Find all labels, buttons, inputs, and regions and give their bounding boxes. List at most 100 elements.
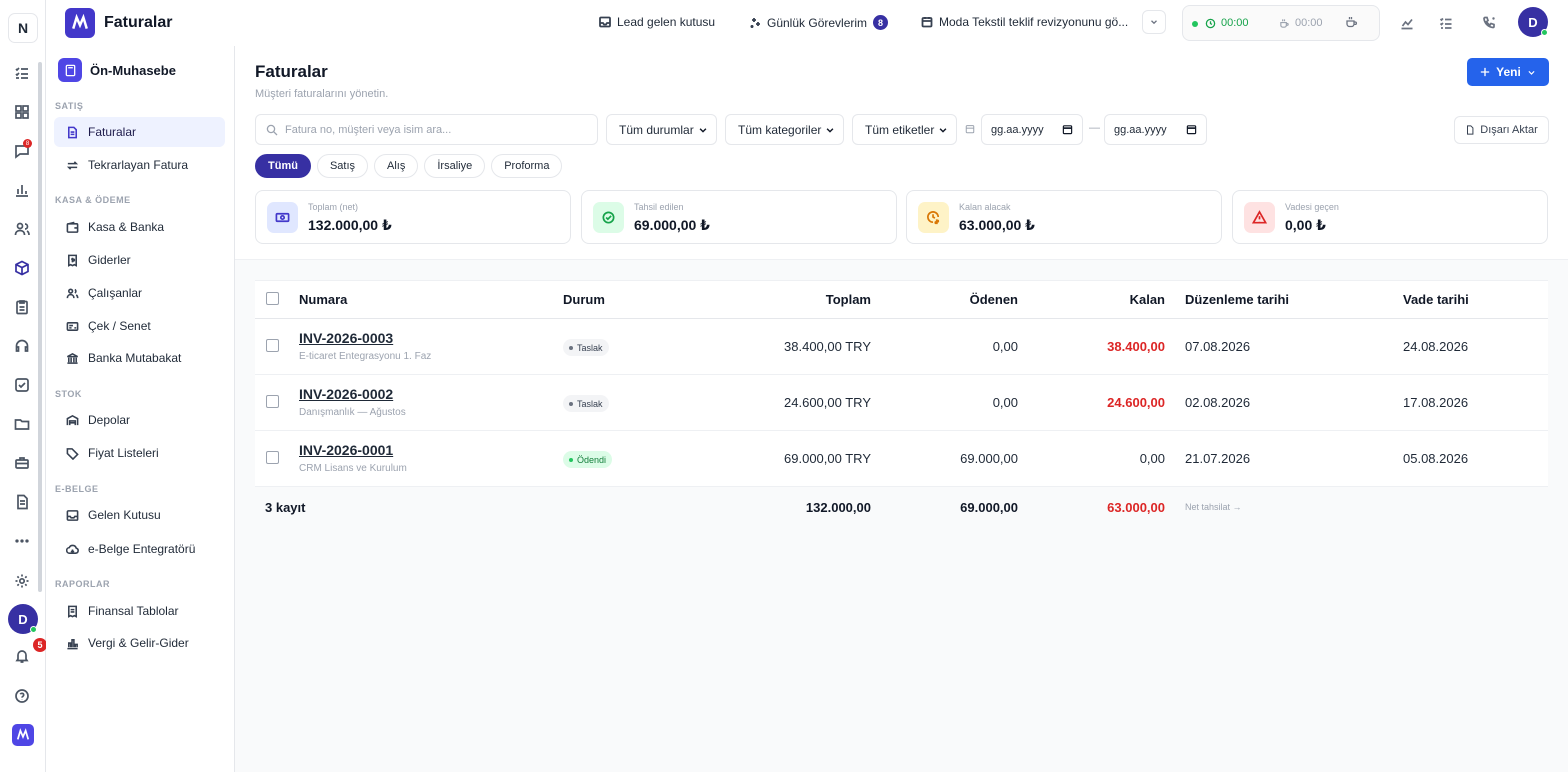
tab-sales[interactable]: Satış [316, 154, 369, 178]
chevron-down-icon [1151, 20, 1157, 25]
analytics-icon[interactable] [1398, 14, 1416, 32]
work-timer[interactable]: 00:00 [1205, 17, 1249, 29]
footer-remaining: 63.000,00 [1107, 500, 1165, 515]
headset-icon[interactable] [11, 335, 33, 357]
bell-icon[interactable] [11, 645, 33, 667]
summary-card-collected: Tahsil edilen 69.000,00 ₺ [581, 190, 897, 244]
tags-filter[interactable]: Tüm etiketler [852, 114, 957, 145]
select-all-checkbox[interactable] [266, 292, 279, 305]
folder-icon[interactable] [11, 413, 33, 435]
sidebar-item-cash-bank[interactable]: Kasa & Banka [54, 212, 225, 242]
tags-filter-value: Tüm etiketler [865, 122, 935, 137]
tab-all[interactable]: Tümü [255, 154, 311, 178]
sidebar-item-inbox[interactable]: Gelen Kutusu [54, 500, 225, 530]
status-text: Taslak [577, 342, 603, 353]
work-timer-value: 00:00 [1221, 17, 1249, 29]
invoice-number-link[interactable]: INV-2026-0001 [299, 442, 393, 458]
help-icon[interactable] [11, 685, 33, 707]
calendar-icon [921, 17, 933, 28]
tab-proforma[interactable]: Proforma [491, 154, 563, 178]
new-invoice-button[interactable]: Yeni [1467, 58, 1549, 86]
lead-inbox-link[interactable]: Lead gelen kutusu [599, 15, 715, 29]
table-row[interactable]: INV-2026-0003 E-ticaret Entegrasyonu 1. … [255, 319, 1548, 375]
checkbox-icon[interactable] [11, 374, 33, 396]
more-icon[interactable] [11, 530, 33, 552]
search-input[interactable] [285, 123, 585, 136]
record-count: 3 kayıt [265, 500, 306, 515]
sidebar-item-tax[interactable]: Vergi & Gelir-Gider [54, 628, 225, 658]
workspace-logo[interactable]: N [8, 13, 38, 43]
box-icon[interactable] [11, 257, 33, 279]
col-due-date[interactable]: Vade tarihi [1403, 292, 1469, 307]
status-filter-value: Tüm durumlar [619, 122, 694, 137]
sidebar-item-financial[interactable]: Finansal Tablolar [54, 596, 225, 626]
row-checkbox[interactable] [266, 339, 279, 352]
col-number[interactable]: Numara [299, 292, 347, 307]
table-row[interactable]: INV-2026-0001 CRM Lisans ve Kurulum Öden… [255, 431, 1548, 487]
date-to-field[interactable]: gg.aa.yyyy [1104, 114, 1207, 145]
sidebar-item-warehouses[interactable]: Depolar [54, 405, 225, 435]
coffee-icon [1280, 18, 1289, 28]
col-total[interactable]: Toplam [725, 292, 871, 307]
repeat-icon [66, 160, 79, 170]
document-icon[interactable] [11, 491, 33, 513]
invoice-number-link[interactable]: INV-2026-0002 [299, 386, 393, 402]
page-header: Faturalar Müşteri faturalarını yönetin. … [235, 46, 1568, 260]
col-remaining[interactable]: Kalan [1025, 292, 1165, 307]
invoice-number-link[interactable]: INV-2026-0003 [299, 330, 393, 346]
summary-value: 69.000,00 ₺ [634, 217, 710, 233]
sidebar-item-label: Depolar [88, 413, 131, 427]
section-reports: RAPORLAR [55, 579, 110, 589]
clipboard-icon[interactable] [11, 296, 33, 318]
briefcase-icon[interactable] [11, 452, 33, 474]
users-icon[interactable] [11, 218, 33, 240]
settings-icon[interactable] [11, 570, 33, 592]
search-box[interactable] [255, 114, 598, 145]
event-dropdown-button[interactable] [1142, 10, 1166, 34]
col-status[interactable]: Durum [563, 292, 605, 307]
status-text: Taslak [577, 398, 603, 409]
sidebar-item-bank-recon[interactable]: Banka Mutabakat [54, 343, 225, 373]
summary-card-remaining: Kalan alacak 63.000,00 ₺ [906, 190, 1222, 244]
checklist-icon[interactable] [1437, 14, 1455, 32]
invoice-icon [67, 126, 78, 138]
export-button[interactable]: Dışarı Aktar [1454, 116, 1549, 144]
status-filter[interactable]: Tüm durumlar [606, 114, 717, 145]
section-cash: KASA & ÖDEME [55, 195, 131, 205]
sidebar-item-integrator[interactable]: e-Belge Entegratörü [54, 534, 225, 564]
dashboard-icon[interactable] [11, 101, 33, 123]
report-icon [67, 605, 78, 618]
sidebar-item-recurring[interactable]: Tekrarlayan Fatura [54, 150, 225, 180]
rail-scrollbar[interactable] [38, 62, 42, 592]
date-from-field[interactable]: gg.aa.yyyy [981, 114, 1083, 145]
date-to-value: gg.aa.yyyy [1114, 123, 1167, 136]
chart-icon[interactable] [11, 179, 33, 201]
tab-waybill[interactable]: İrsaliye [424, 154, 486, 178]
row-checkbox[interactable] [266, 395, 279, 408]
time-tracker[interactable]: 00:00 00:00 [1182, 5, 1380, 41]
row-checkbox[interactable] [266, 451, 279, 464]
module-header[interactable]: Ön-Muhasebe [58, 58, 176, 82]
sidebar-item-employees[interactable]: Çalışanlar [54, 278, 225, 308]
sidebar-item-invoices[interactable]: Faturalar [54, 117, 225, 147]
clock-money-icon [918, 202, 949, 233]
phone-icon[interactable] [1480, 14, 1498, 32]
plus-icon [1480, 67, 1490, 77]
cell-remaining: 0,00 [1139, 451, 1165, 466]
sidebar-item-cheque[interactable]: Çek / Senet [54, 311, 225, 341]
sidebar-item-price-lists[interactable]: Fiyat Listeleri [54, 438, 225, 468]
summary-label: Vadesi geçen [1285, 202, 1339, 212]
app-logo[interactable] [65, 8, 95, 38]
sidebar-item-label: Çalışanlar [88, 286, 143, 300]
table-row[interactable]: INV-2026-0002 Danışmanlık — Ağustos Tasl… [255, 375, 1548, 431]
col-issue-date[interactable]: Düzenleme tarihi [1185, 292, 1289, 307]
sidebar-item-expenses[interactable]: Giderler [54, 245, 225, 275]
tasks-icon[interactable] [11, 62, 33, 84]
break-timer[interactable]: 00:00 [1279, 17, 1323, 29]
category-filter[interactable]: Tüm kategoriler [725, 114, 844, 145]
col-paid[interactable]: Ödenen [875, 292, 1018, 307]
tab-purchase[interactable]: Alış [374, 154, 419, 178]
break-toggle[interactable] [1345, 15, 1359, 34]
event-reminder[interactable]: Moda Tekstil teklif revizyonunu gö... [921, 15, 1128, 29]
daily-tasks-link[interactable]: Günlük Görevlerim 8 [749, 15, 889, 30]
